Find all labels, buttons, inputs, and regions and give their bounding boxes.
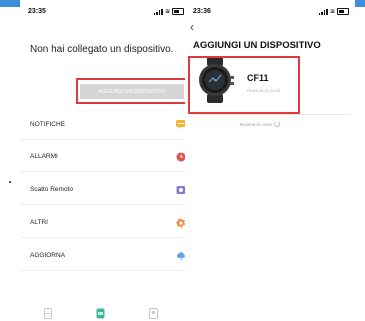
wifi-icon: ≋ xyxy=(329,8,335,15)
add-device-screen: 23:36 ≋ ‹ AGGIUNGI UN DISPOSITIVO CF11 F… xyxy=(185,0,355,321)
status-bar: 23:35 ≋ xyxy=(20,6,190,18)
status-bar: 23:36 ≋ xyxy=(185,6,355,18)
menu-item-aggiorna[interactable]: AGGIORNA xyxy=(20,241,190,271)
menu-item-notifiche[interactable]: NOTIFICHE xyxy=(20,110,190,140)
searching-label: Ricerca in corso xyxy=(240,121,273,127)
menu-item-label: NOTIFICHE xyxy=(30,121,66,128)
spinner-icon xyxy=(274,121,281,127)
menu-item-allarmi[interactable]: ALLARMI xyxy=(20,142,190,172)
battery-icon xyxy=(337,8,349,15)
bottom-tab-bar xyxy=(20,307,190,321)
status-time: 23:36 xyxy=(193,8,211,15)
searching-status: Ricerca in corso xyxy=(240,121,281,127)
highlight-box xyxy=(188,56,300,114)
status-icons: ≋ xyxy=(318,8,349,15)
signal-icon xyxy=(153,8,163,15)
battery-icon xyxy=(172,8,184,15)
menu-item-label: ALLARMI xyxy=(30,153,58,160)
menu-item-label: Scatto Remoto xyxy=(30,186,73,193)
device-icon[interactable] xyxy=(43,307,53,319)
menu-item-scatto-remoto[interactable]: Scatto Remoto xyxy=(20,175,190,205)
dashboard-icon[interactable] xyxy=(95,307,105,319)
menu-item-altri[interactable]: ALTRI xyxy=(20,208,190,238)
menu-item-label: ALTRI xyxy=(30,219,48,226)
side-dot xyxy=(9,181,11,183)
no-device-message: Non hai collegato un dispositivo. xyxy=(30,44,174,55)
device-home-screen: 23:35 ≋ Non hai collegato un dispositivo… xyxy=(20,0,190,321)
profile-icon[interactable] xyxy=(148,307,158,319)
page-title: AGGIUNGI UN DISPOSITIVO xyxy=(193,40,321,51)
menu-item-label: AGGIORNA xyxy=(30,252,66,259)
back-button[interactable]: ‹ xyxy=(190,20,194,34)
wifi-icon: ≋ xyxy=(164,8,170,15)
signal-icon xyxy=(318,8,328,15)
divider xyxy=(195,114,350,115)
status-icons: ≋ xyxy=(153,8,184,15)
highlight-box xyxy=(76,78,190,104)
status-time: 23:35 xyxy=(28,8,46,15)
